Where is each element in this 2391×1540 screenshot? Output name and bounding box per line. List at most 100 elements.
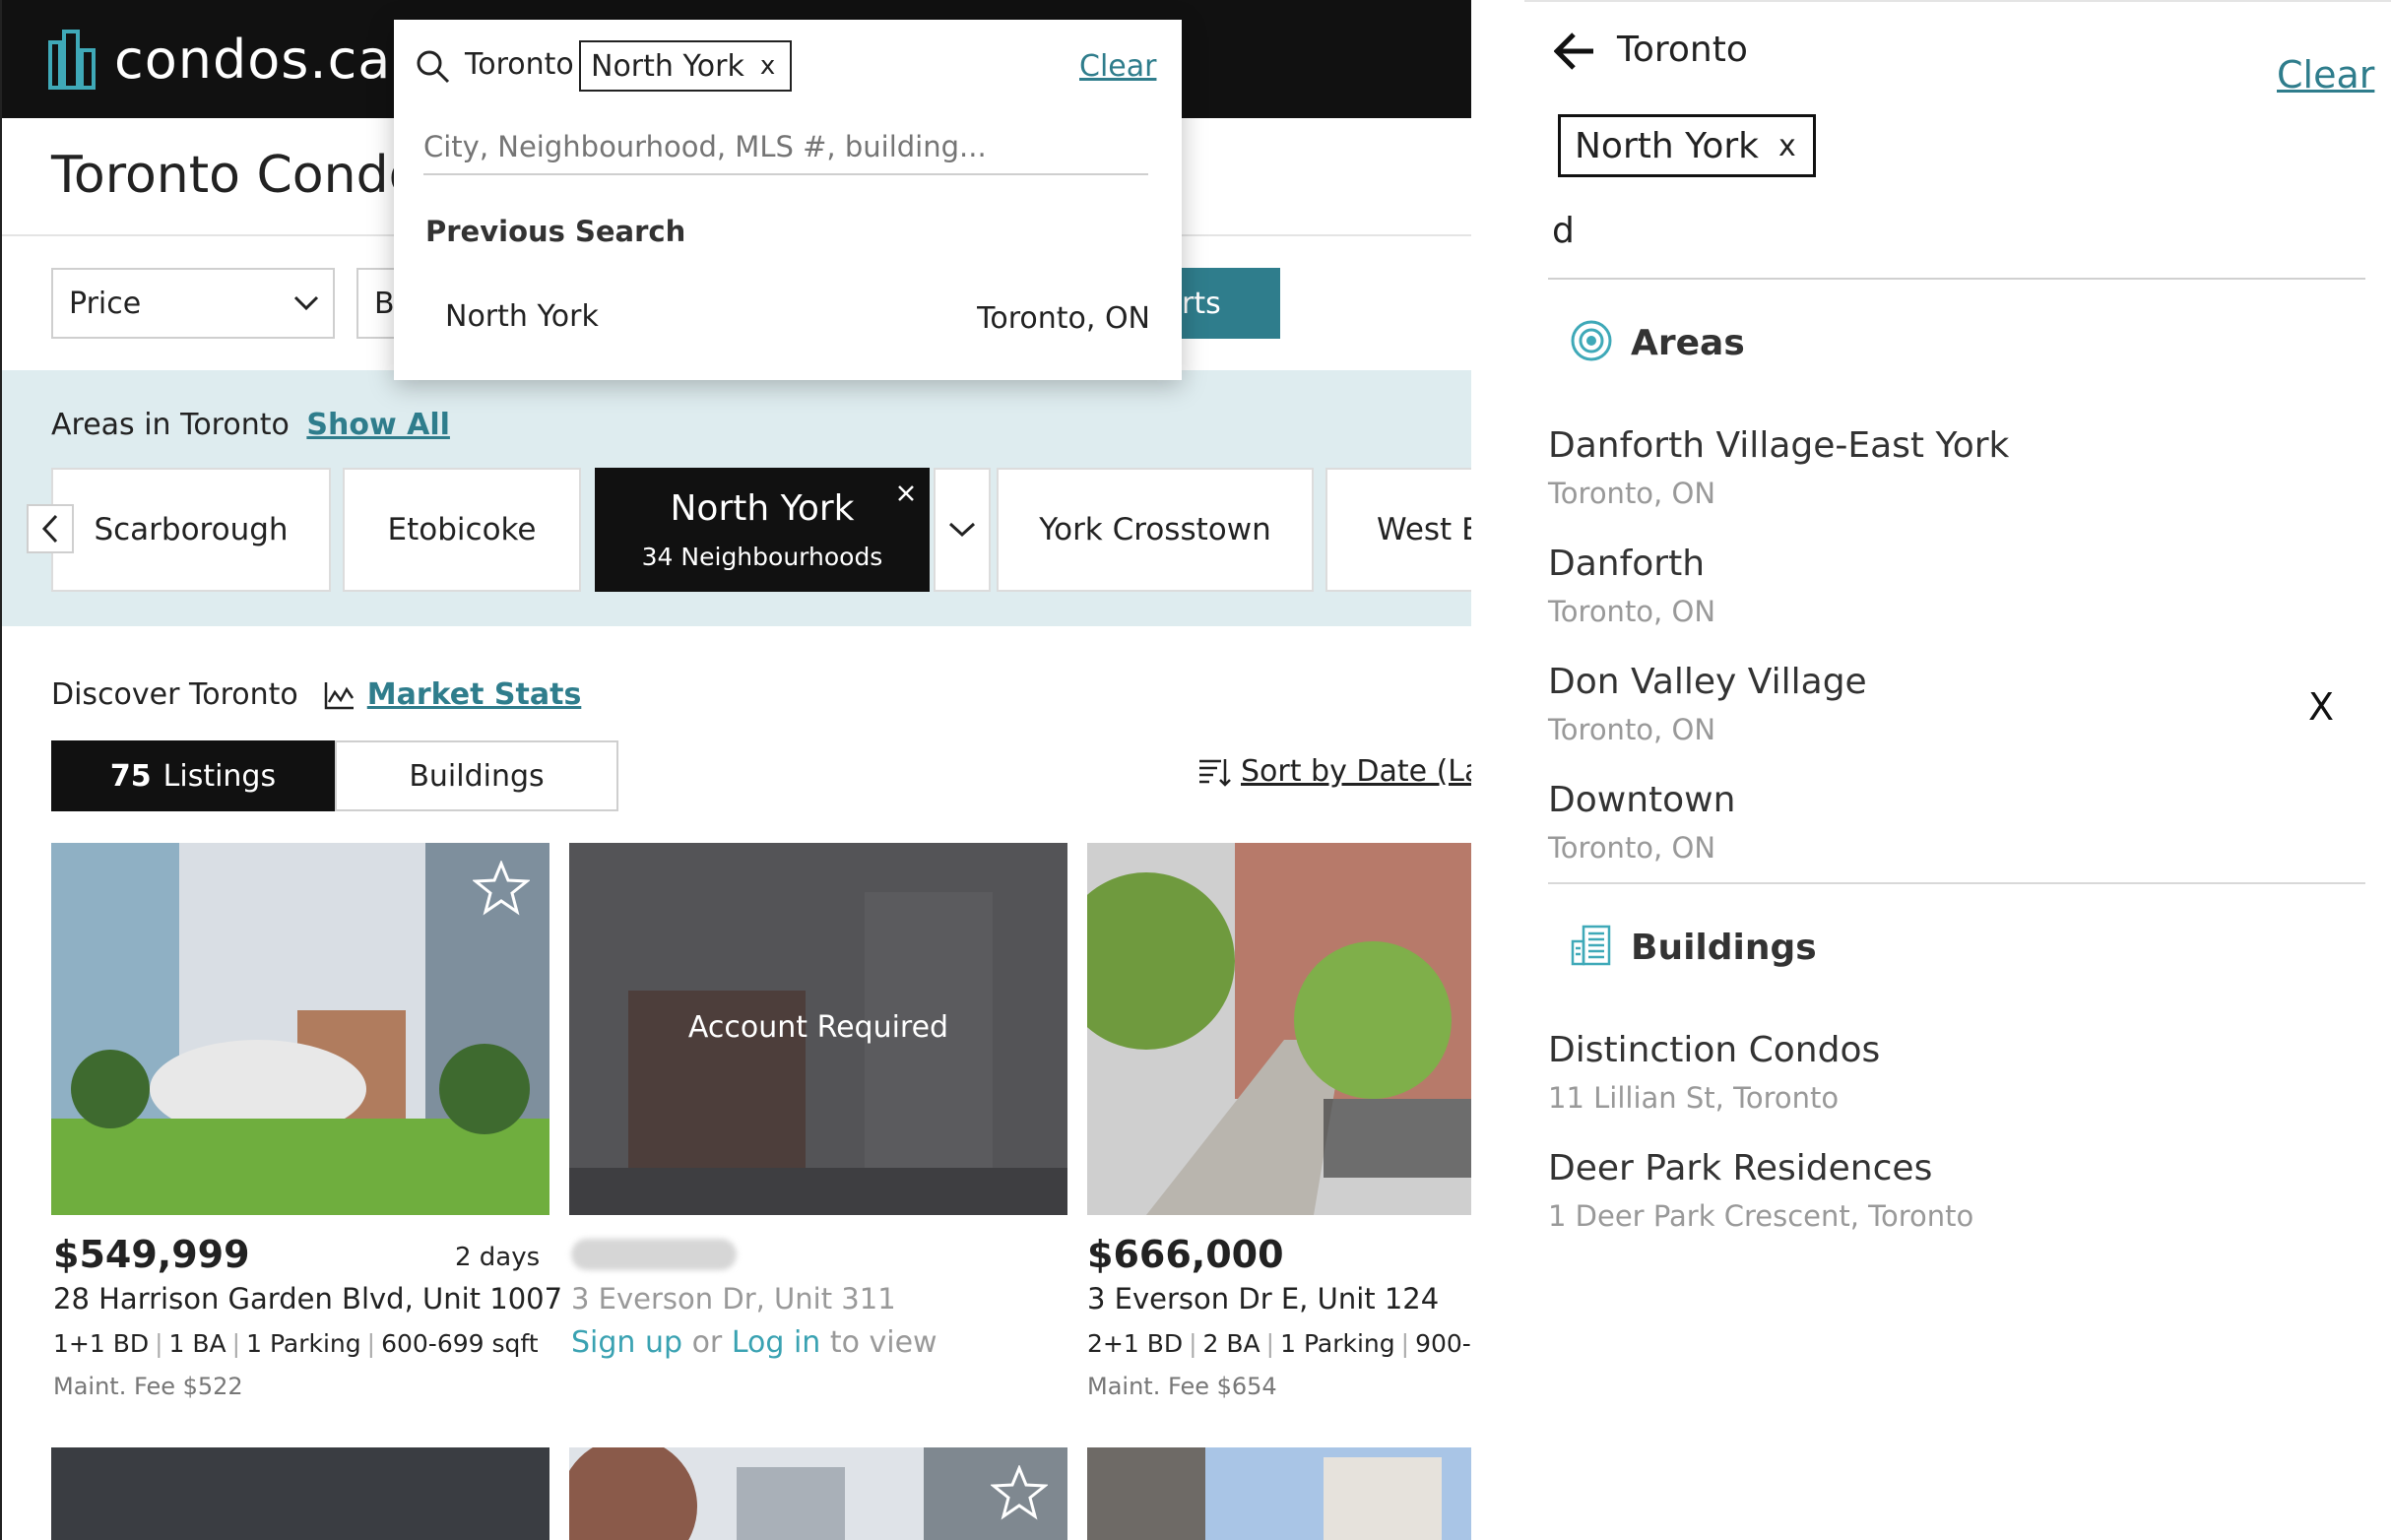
areas-heading-text: Areas in Toronto	[51, 408, 290, 442]
sqft-value: 900-9£	[1415, 1329, 1471, 1358]
locked-listing-photo[interactable]: Account Required	[569, 843, 1067, 1215]
previous-search-heading: Previous Search	[425, 215, 686, 248]
back-arrow-icon[interactable]	[1554, 32, 1595, 71]
area-result-item[interactable]: Don Valley Village Toronto, ON	[1524, 658, 2391, 756]
show-all-link[interactable]: Show All	[306, 408, 450, 442]
alerts-button-label: rts	[1182, 286, 1221, 321]
to-view-text: to view	[829, 1325, 937, 1360]
sort-control[interactable]: Sort by Date (Lat	[1197, 754, 1471, 789]
baths-value: 2 BA	[1202, 1329, 1260, 1358]
or-text: or	[691, 1325, 723, 1360]
chevron-left-icon	[41, 514, 58, 544]
sort-icon	[1199, 758, 1231, 787]
area-result-subtitle: Toronto, ON	[1548, 595, 1716, 628]
area-result-subtitle: Toronto, ON	[1548, 477, 1716, 510]
listing-price: $549,999	[53, 1233, 250, 1276]
search-chip-label: North York	[591, 48, 744, 84]
area-card-scarborough[interactable]: Scarborough	[51, 468, 331, 592]
side-clear-link[interactable]: Clear	[2277, 53, 2374, 96]
log-in-link[interactable]: Log in	[732, 1325, 820, 1360]
listing-photo[interactable]	[1087, 843, 1471, 1215]
area-card-label: Etobicoke	[387, 512, 537, 547]
area-expand-button[interactable]	[934, 468, 991, 592]
listings-count: 75	[109, 758, 152, 794]
listing-photo[interactable]	[51, 1447, 549, 1540]
parking-value: 1 Parking	[246, 1329, 361, 1358]
building-result-item[interactable]: Deer Park Residences 1 Deer Park Crescen…	[1524, 1144, 2391, 1243]
favorite-star-icon[interactable]	[473, 861, 530, 916]
area-result-item[interactable]: Danforth Toronto, ON	[1524, 540, 2391, 638]
building-result-item[interactable]: Distinction Condos 11 Lillian St, Toront…	[1524, 1026, 2391, 1124]
buildings-icon	[1571, 925, 1611, 966]
alerts-button[interactable]: rts	[1180, 268, 1280, 339]
listing-specs: 2+1 BD|2 BA|1 Parking|900-9£	[1087, 1329, 1471, 1358]
areas-section-heading: Areas	[1631, 323, 1745, 363]
building-result-title: Distinction Condos	[1548, 1030, 1881, 1070]
area-result-title: Don Valley Village	[1548, 662, 1867, 702]
area-card-etobicoke[interactable]: Etobicoke	[343, 468, 581, 592]
area-card-subtitle: 34 Neighbourhoods	[641, 543, 883, 571]
sort-label: Sort by Date (Lat	[1241, 754, 1471, 789]
listings-tab-label: Listings	[162, 758, 277, 794]
maintenance-fee: Maint. Fee $654	[1087, 1373, 1277, 1400]
favorite-star-icon[interactable]	[991, 1465, 1048, 1520]
discover-label: Discover Toronto	[51, 677, 298, 712]
beds-value: 2+1 BD	[1087, 1329, 1184, 1358]
price-filter-label: Price	[69, 286, 142, 321]
previous-search-item[interactable]: North York Toronto, ON	[394, 284, 1182, 353]
side-search-chip[interactable]: North York x	[1558, 114, 1816, 177]
account-required-overlay: Account Required	[687, 1010, 949, 1045]
price-filter-select[interactable]: Price	[51, 268, 335, 339]
area-result-subtitle: Toronto, ON	[1548, 713, 1716, 746]
brand-logo[interactable]: condos.ca	[47, 28, 391, 91]
close-panel-button[interactable]: X	[2308, 685, 2334, 729]
side-search-input[interactable]: d	[1548, 205, 2365, 280]
listing-price: $666,000	[1087, 1233, 1284, 1276]
listing-photo[interactable]	[51, 843, 549, 1215]
close-icon[interactable]	[896, 483, 916, 503]
maintenance-fee: Maint. Fee $522	[53, 1373, 243, 1400]
beds-value: 1+1 BD	[53, 1329, 150, 1358]
search-chip[interactable]: North York x	[579, 40, 792, 92]
chip-remove-icon[interactable]: x	[1778, 129, 1796, 163]
listing-specs: 1+1 BD | 1 BA | 1 Parking | 600-699 sqft	[53, 1329, 539, 1358]
target-icon	[1571, 320, 1612, 361]
listing-photo[interactable]	[569, 1447, 1067, 1540]
previous-search-location: Toronto, ON	[977, 301, 1150, 336]
chart-icon	[324, 681, 354, 709]
tab-listings[interactable]: 75 Listings	[51, 740, 335, 811]
sign-up-link[interactable]: Sign up	[571, 1325, 682, 1360]
building-photo	[1087, 843, 1471, 1215]
area-result-item[interactable]: Downtown Toronto, ON	[1524, 776, 2391, 874]
area-card-west-end[interactable]: West E	[1325, 468, 1471, 592]
side-chip-label: North York	[1575, 125, 1760, 166]
chip-remove-icon[interactable]: x	[760, 51, 775, 81]
area-result-item[interactable]: Danforth Village-East York Toronto, ON	[1524, 421, 2391, 520]
listing-age: 2 days	[455, 1243, 541, 1272]
side-search-query: d	[1552, 211, 1575, 251]
search-dropdown: Toronto North York x Clear Previous Sear…	[394, 20, 1182, 380]
area-card-york-crosstown[interactable]: York Crosstown	[997, 468, 1314, 592]
scroll-left-button[interactable]	[27, 504, 74, 553]
blurred-price	[571, 1239, 737, 1270]
area-card-north-york[interactable]: North York 34 Neighbourhoods	[595, 468, 930, 592]
area-result-title: Danforth Village-East York	[1548, 425, 2010, 466]
listings-page: condos.ca Toronto Condos Price B rts Are…	[0, 0, 1471, 1540]
area-result-subtitle: Toronto, ON	[1548, 831, 1716, 865]
side-city-label: Toronto	[1617, 30, 1748, 70]
market-stats-link[interactable]: Market Stats	[367, 677, 582, 712]
search-city-label: Toronto	[465, 47, 574, 82]
clear-link[interactable]: Clear	[1079, 49, 1156, 84]
previous-search-name: North York	[445, 299, 599, 334]
tab-buildings[interactable]: Buildings	[335, 740, 618, 811]
chevron-down-icon	[293, 295, 319, 311]
building-result-address: 1 Deer Park Crescent, Toronto	[1548, 1199, 1974, 1233]
listing-photo[interactable]	[1087, 1447, 1471, 1540]
area-card-label: West E	[1377, 512, 1471, 547]
listing-address[interactable]: 28 Harrison Garden Blvd, Unit 1007	[53, 1282, 562, 1315]
search-input[interactable]	[423, 120, 1148, 175]
search-side-panel: Toronto Clear North York x d Areas Danfo…	[1524, 0, 2391, 1540]
page-title: Toronto Condos	[51, 146, 447, 205]
login-prompt: Sign up or Log in to view	[571, 1325, 937, 1360]
listing-address[interactable]: 3 Everson Dr E, Unit 124	[1087, 1282, 1439, 1315]
